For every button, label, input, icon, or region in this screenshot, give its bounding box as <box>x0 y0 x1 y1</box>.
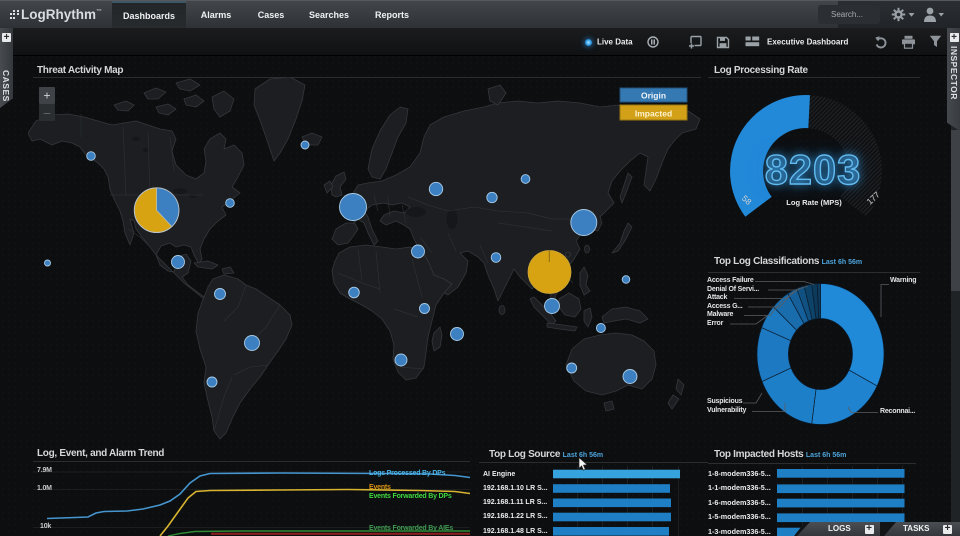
svg-text:+: + <box>43 89 50 103</box>
svg-text:–: – <box>44 106 51 120</box>
svg-text:Impacted: Impacted <box>635 109 672 119</box>
svg-text:Origin: Origin <box>641 91 666 101</box>
